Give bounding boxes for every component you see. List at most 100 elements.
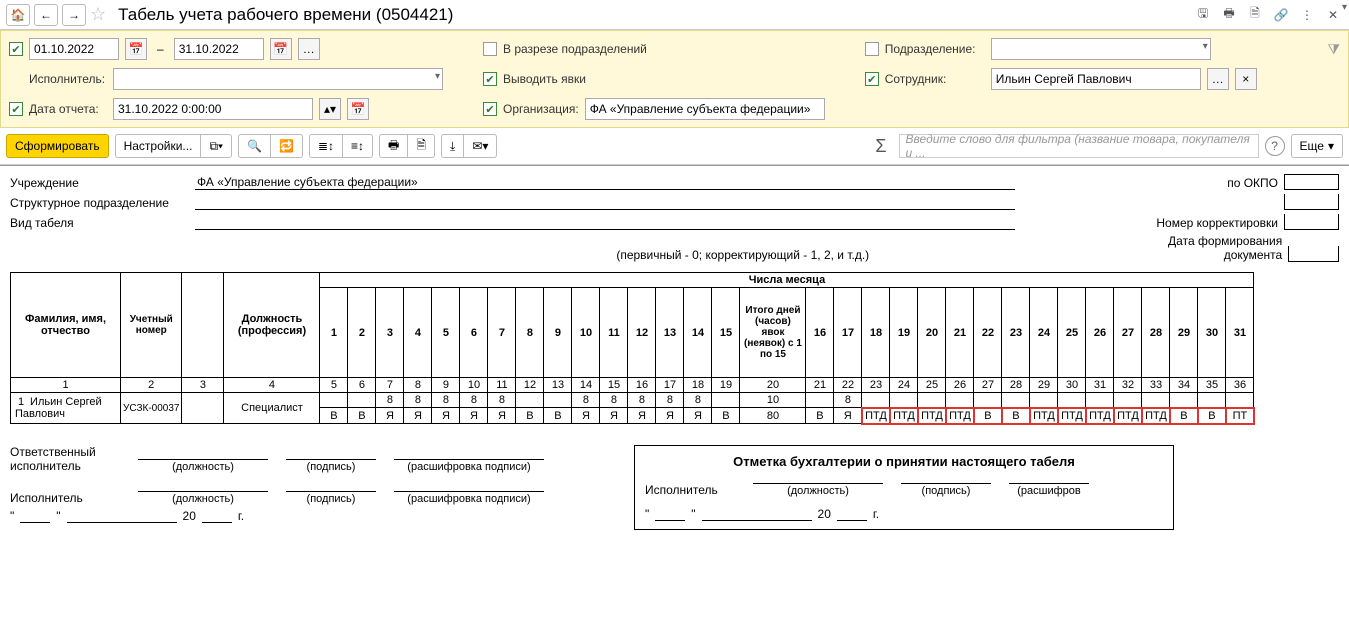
- day-header: 12: [628, 288, 656, 378]
- hours-cell: 8: [572, 393, 600, 408]
- save-to-file-button[interactable]: ⤓: [441, 134, 464, 158]
- settings-copy-button[interactable]: ⧉▾: [201, 134, 232, 158]
- acc-pos: (должность): [753, 483, 883, 497]
- by-dept-checkbox[interactable]: ✔: [483, 42, 497, 56]
- print-button[interactable]: 🖶: [379, 134, 408, 158]
- date-to-input[interactable]: 31.10.2022: [174, 38, 264, 60]
- sigma-icon[interactable]: Σ: [875, 136, 886, 157]
- col-number: 15: [600, 378, 628, 393]
- day-header: 24: [1030, 288, 1058, 378]
- report-date-spinner[interactable]: ▴▾: [319, 98, 341, 120]
- date-to-calendar-button[interactable]: [270, 38, 292, 60]
- back-button[interactable]: ←: [34, 4, 58, 26]
- mark-cell: ПТД: [1058, 408, 1086, 424]
- timesheet-table: Фамилия, имя, отчество Учетный номер Дол…: [10, 272, 1255, 425]
- total-hours: 10: [740, 393, 806, 408]
- sig-decode: (расшифровка подписи): [394, 459, 544, 473]
- mark-cell: Я: [460, 408, 488, 424]
- exec-label: Исполнитель: [10, 491, 120, 505]
- help-button[interactable]: ?: [1265, 136, 1285, 156]
- date-from-input[interactable]: 01.10.2022: [29, 38, 119, 60]
- signatures-block: Ответственный исполнитель (должность) (п…: [10, 445, 1339, 530]
- institution-label: Учреждение: [10, 176, 195, 190]
- favorite-icon[interactable]: ☆: [90, 4, 106, 25]
- report-date-calendar-button[interactable]: [347, 98, 369, 120]
- expand-button[interactable]: ≣↕: [309, 134, 343, 158]
- collapse-button[interactable]: ≡↕: [343, 134, 373, 158]
- forward-button[interactable]: →: [62, 4, 86, 26]
- employee-input[interactable]: Ильин Сергей Павлович: [991, 68, 1201, 90]
- find-next-button[interactable]: 🔁: [271, 134, 303, 158]
- mark-cell: В: [1198, 408, 1226, 424]
- report-area[interactable]: Учреждение ФА «Управление субъекта федер…: [0, 165, 1349, 610]
- col-number: 29: [1030, 378, 1058, 393]
- day-header: 8: [516, 288, 544, 378]
- send-email-button[interactable]: ✉▾: [464, 134, 497, 158]
- acc-decode: (расшифров: [1009, 483, 1089, 497]
- col-number: 27: [974, 378, 1002, 393]
- print-icon[interactable]: 🖶: [1219, 5, 1239, 25]
- chevron-down-icon: ▾: [1328, 139, 1334, 153]
- more-button[interactable]: Еще▾: [1291, 134, 1343, 158]
- hours-cell: [918, 393, 946, 408]
- period-checkbox[interactable]: ✔: [9, 42, 23, 56]
- hours-cell: [946, 393, 974, 408]
- find-button[interactable]: 🔍: [238, 134, 271, 158]
- day-header: 10: [572, 288, 600, 378]
- dept-select[interactable]: ▾: [991, 38, 1211, 60]
- row-fio: 1 Ильин Сергей Павлович: [11, 393, 121, 424]
- mark-cell: В: [1170, 408, 1198, 424]
- link-icon[interactable]: 🔗: [1271, 5, 1291, 25]
- mark-cell: В: [712, 408, 740, 424]
- hours-cell: [516, 393, 544, 408]
- col-number: 19: [712, 378, 740, 393]
- text-filter-input[interactable]: Введите слово для фильтра (название това…: [899, 134, 1259, 158]
- filter-funnel-icon[interactable]: ⧩: [1328, 41, 1341, 58]
- employee-pick-button[interactable]: …: [1207, 68, 1229, 90]
- dept-checkbox[interactable]: ✔: [865, 42, 879, 56]
- mark-cell: Я: [432, 408, 460, 424]
- day-header: 14: [684, 288, 712, 378]
- hours-cell: [320, 393, 348, 408]
- kebab-icon[interactable]: ⋮: [1297, 5, 1317, 25]
- hours-cell: 8: [834, 393, 862, 408]
- sig-sign2: (подпись): [286, 491, 376, 505]
- total-1-15-header: Итого дней (часов) явок (неявок) с 1 по …: [740, 288, 806, 378]
- settings-button[interactable]: Настройки...: [115, 134, 202, 158]
- close-icon[interactable]: ✕: [1323, 5, 1343, 25]
- col-month-days: Числа месяца: [320, 273, 1254, 288]
- date-from-calendar-button[interactable]: [125, 38, 147, 60]
- report-date-checkbox[interactable]: ✔: [9, 102, 23, 116]
- print-options-button[interactable]: 🗎: [408, 134, 435, 158]
- col-number: 22: [834, 378, 862, 393]
- report-date-input[interactable]: 31.10.2022 0:00:00: [113, 98, 313, 120]
- employee-clear-button[interactable]: ×: [1235, 68, 1257, 90]
- hours-cell: [1226, 393, 1254, 408]
- col-number: 8: [404, 378, 432, 393]
- home-button[interactable]: 🏠: [6, 4, 30, 26]
- employee-checkbox[interactable]: ✔: [865, 72, 879, 86]
- chevron-down-icon: ▾: [435, 71, 440, 82]
- day-header: 4: [404, 288, 432, 378]
- day-header: 13: [656, 288, 684, 378]
- hours-cell: [1114, 393, 1142, 408]
- col-number: 17: [656, 378, 684, 393]
- tabel-note: (первичный - 0; корректирующий - 1, 2, и…: [365, 248, 1120, 262]
- executor-select[interactable]: ▾: [113, 68, 443, 90]
- generate-button[interactable]: Сформировать: [6, 134, 109, 158]
- day-header: 6: [460, 288, 488, 378]
- save-icon[interactable]: 🖫: [1193, 5, 1213, 25]
- preview-icon[interactable]: 🗎: [1245, 5, 1265, 25]
- col-number: 26: [946, 378, 974, 393]
- hours-cell: 8: [376, 393, 404, 408]
- col-number: 2: [121, 378, 182, 393]
- org-select[interactable]: ФА «Управление субъекта федерации»▾: [585, 98, 825, 120]
- col-fio: Фамилия, имя, отчество: [11, 273, 121, 378]
- org-checkbox[interactable]: ✔: [483, 102, 497, 116]
- show-attendance-checkbox[interactable]: ✔: [483, 72, 497, 86]
- mark-cell: Я: [628, 408, 656, 424]
- hours-cell: [712, 393, 740, 408]
- period-picker-button[interactable]: …: [298, 38, 320, 60]
- corr-label: Номер корректировки: [1156, 216, 1284, 230]
- mark-cell: В: [1002, 408, 1030, 424]
